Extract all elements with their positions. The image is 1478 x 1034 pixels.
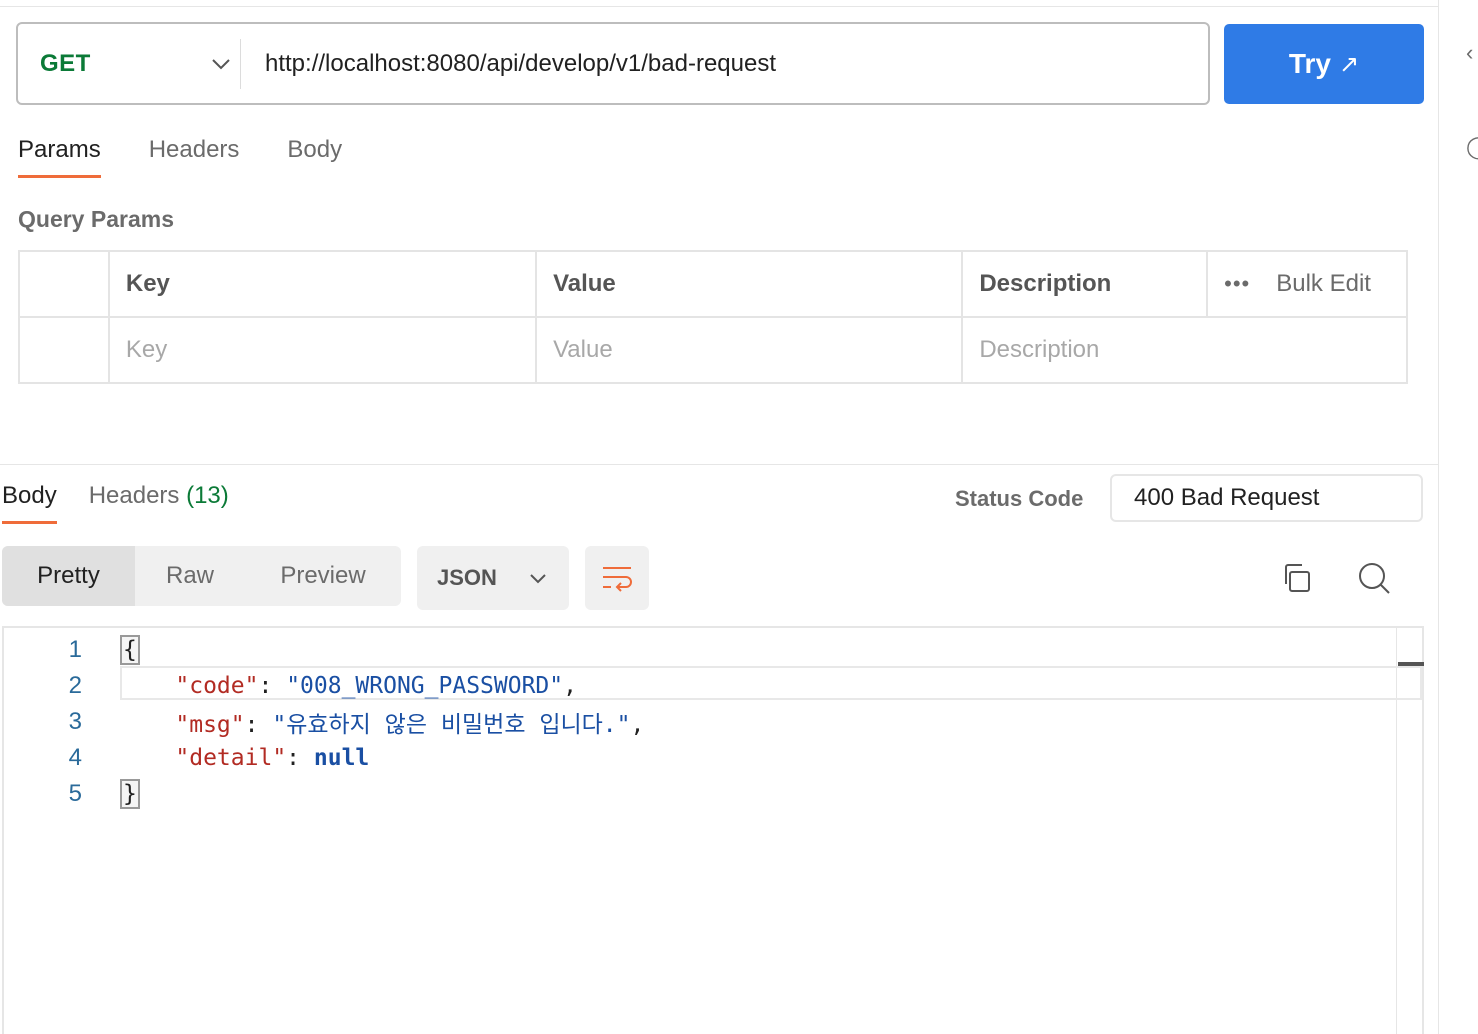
more-options-icon[interactable]: ••• (1224, 271, 1250, 297)
checkbox-column-header (18, 250, 110, 318)
bulk-edit-cell: ••• Bulk Edit (1206, 250, 1408, 318)
response-tabs: Body Headers (13) (2, 482, 229, 524)
copy-button[interactable] (1278, 560, 1314, 596)
tab-body[interactable]: Body (287, 136, 342, 178)
json-close-brace: } (120, 779, 140, 809)
headers-count-badge: (13) (186, 482, 229, 509)
column-header-description: Description (961, 250, 1209, 318)
code-line: 5 } (4, 776, 140, 812)
url-input[interactable] (241, 24, 1208, 103)
line-number: 2 (68, 672, 82, 699)
panel-divider (1438, 0, 1439, 1034)
tab-params[interactable]: Params (18, 136, 101, 178)
response-divider (0, 464, 1438, 465)
try-button-label: Try (1288, 48, 1331, 79)
json-key-msg: "msg" (175, 712, 245, 738)
chevron-left-icon[interactable]: ‹ (1466, 42, 1473, 64)
method-select[interactable]: GET (18, 24, 240, 103)
json-value-msg: "유효하지 않은 비밀번호 입니다." (272, 712, 631, 738)
status-code-label: Status Code (955, 486, 1084, 511)
response-tab-body[interactable]: Body (2, 482, 57, 524)
bulk-edit-button[interactable]: Bulk Edit (1276, 270, 1371, 298)
method-label: GET (40, 49, 91, 77)
json-key-detail: "detail" (175, 745, 287, 771)
description-input[interactable]: Description (961, 316, 1408, 384)
query-params-table: Key Value Description ••• Bulk Edit Key … (18, 250, 1408, 384)
chevron-down-icon (206, 49, 236, 79)
code-line: 1 { (4, 632, 140, 668)
table-header-row: Key Value Description ••• Bulk Edit (18, 250, 1408, 318)
chevron-down-icon (530, 573, 546, 583)
line-number: 4 (68, 744, 82, 771)
table-row: Key Value Description (18, 316, 1408, 384)
external-arrow-icon: ↗ (1338, 50, 1360, 78)
row-checkbox-cell (18, 316, 110, 384)
response-code-editor[interactable]: 1 { 2 "code": "008_WRONG_PASSWORD", 3 "m… (2, 626, 1424, 1034)
json-value-code: "008_WRONG_PASSWORD" (286, 673, 564, 699)
info-icon[interactable]: ◯ (1466, 136, 1478, 158)
column-header-key: Key (107, 250, 538, 318)
view-raw[interactable]: Raw (135, 546, 245, 606)
try-button[interactable]: Try ↗ (1224, 24, 1424, 104)
code-line: 2 "code": "008_WRONG_PASSWORD", (4, 668, 577, 704)
view-mode-segmented: Pretty Raw Preview (2, 546, 401, 606)
code-line: 3 "msg": "유효하지 않은 비밀번호 입니다.", (4, 704, 645, 740)
url-bar: GET (16, 22, 1210, 105)
top-border (0, 6, 1438, 7)
column-header-value: Value (535, 250, 964, 318)
tab-headers[interactable]: Headers (149, 136, 240, 178)
format-label: JSON (437, 565, 497, 590)
status-code-value: 400 Bad Request (1110, 474, 1423, 522)
key-input[interactable]: Key (107, 316, 538, 384)
response-tab-headers[interactable]: Headers (13) (89, 482, 229, 524)
value-input[interactable]: Value (535, 316, 964, 384)
json-open-brace: { (120, 635, 140, 665)
copy-icon (1285, 564, 1310, 592)
wrap-lines-icon (603, 567, 632, 592)
view-preview[interactable]: Preview (245, 546, 401, 606)
line-number: 3 (68, 708, 82, 735)
json-key-code: "code" (175, 673, 259, 699)
wrap-lines-button[interactable] (585, 546, 649, 610)
search-icon (1359, 563, 1390, 594)
code-line: 4 "detail": null (4, 740, 370, 776)
line-number: 5 (68, 780, 82, 807)
format-select[interactable]: JSON (417, 546, 569, 610)
query-params-title: Query Params (18, 206, 174, 232)
search-button[interactable] (1356, 560, 1392, 596)
line-number: 1 (68, 636, 82, 663)
json-value-detail: null (313, 745, 370, 771)
view-pretty[interactable]: Pretty (2, 546, 135, 606)
response-headers-label: Headers (88, 482, 180, 509)
request-tabs: Params Headers Body (18, 136, 342, 178)
